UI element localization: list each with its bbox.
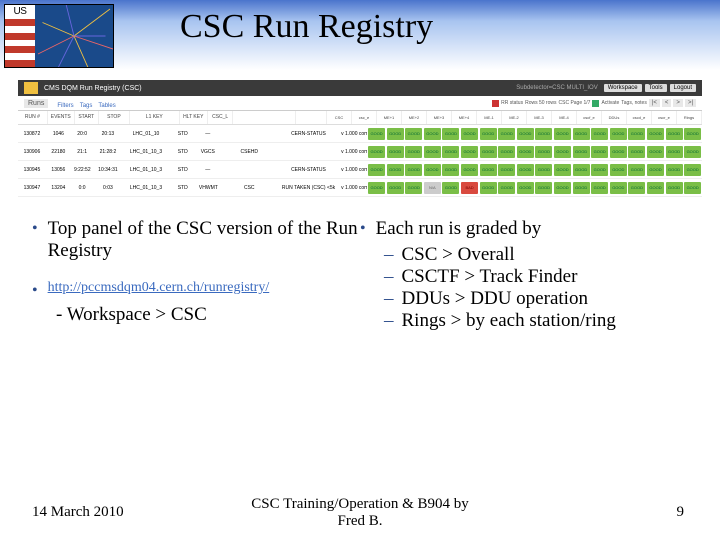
- bullet-icon: •: [32, 282, 38, 300]
- page-nav[interactable]: >|: [685, 99, 696, 107]
- table-row[interactable]: 1309062218021:121:28:2LHC_01_10_3STDVGCS…: [18, 143, 702, 161]
- filter-filters[interactable]: Filters: [57, 103, 73, 109]
- app-header: CMS DQM Run Registry (CSC) Subdetector=C…: [18, 80, 702, 96]
- page-nav[interactable]: >: [673, 99, 683, 107]
- bullet-text: Each run is graded by: [376, 218, 542, 240]
- bullet-icon: •: [32, 220, 38, 238]
- sub-bullet: –CSCTF > Track Finder: [384, 266, 688, 288]
- nav-workspace[interactable]: Workspace: [604, 84, 642, 92]
- run-table: RUN #EVENTSSTARTSTOPL1 KEYHLT KEYCSC_LCS…: [18, 111, 702, 197]
- table-row[interactable]: 130947132040:00:03LHC_01_10_3STDVHWMTCSC…: [18, 179, 702, 197]
- content: • Top panel of the CSC version of the Ru…: [32, 218, 688, 332]
- filter-bar: Runs FiltersTagsTables RR statusRows 50 …: [18, 96, 702, 111]
- runregistry-screenshot: CMS DQM Run Registry (CSC) Subdetector=C…: [18, 80, 702, 195]
- nav-logout[interactable]: Logout: [670, 84, 696, 92]
- app-subnote: Subdetector=CSC MULTI_IOV: [516, 85, 597, 91]
- filter-tables[interactable]: Tables: [98, 103, 115, 109]
- footer: 14 March 2010 CSC Training/Operation & B…: [0, 496, 720, 531]
- header: US CMS CSC Run R: [0, 0, 720, 70]
- filter-tags[interactable]: Tags: [80, 103, 93, 109]
- page-nav[interactable]: |<: [649, 99, 660, 107]
- left-column: • Top panel of the CSC version of the Ru…: [32, 218, 360, 332]
- filter-main[interactable]: Runs: [24, 99, 48, 108]
- uscms-logo: US CMS: [4, 4, 114, 68]
- right-column: • Each run is graded by –CSC > Overall–C…: [360, 218, 688, 332]
- table-row[interactable]: 130945130569:22:5210:34:31LHC_01_10_3STD…: [18, 161, 702, 179]
- registry-link[interactable]: http://pccmsdqm04.cern.ch/runregistry/: [48, 280, 270, 296]
- bullet-text: Top panel of the CSC version of the Run …: [48, 218, 360, 262]
- slide: US CMS CSC Run R: [0, 0, 720, 540]
- bullet-sub: - Workspace > CSC: [56, 304, 360, 326]
- page-title: CSC Run Registry: [180, 8, 433, 46]
- app-title: CMS DQM Run Registry (CSC): [44, 85, 142, 92]
- nav-tools[interactable]: Tools: [645, 84, 667, 92]
- cms-icon: [24, 82, 38, 94]
- bullet-icon: •: [360, 220, 366, 238]
- sub-bullet: –Rings > by each station/ring: [384, 310, 688, 332]
- page-number: 9: [677, 504, 685, 521]
- logo-text: US CMS: [5, 5, 35, 19]
- page-nav[interactable]: <: [662, 99, 672, 107]
- footer-date: 14 March 2010: [32, 504, 124, 521]
- cms-spark-icon: [35, 5, 113, 67]
- sub-bullet: –CSC > Overall: [384, 244, 688, 266]
- sub-bullet: –DDUs > DDU operation: [384, 288, 688, 310]
- table-row[interactable]: 130872104620:020:13LHC_01_10STD—CERN-STA…: [18, 125, 702, 143]
